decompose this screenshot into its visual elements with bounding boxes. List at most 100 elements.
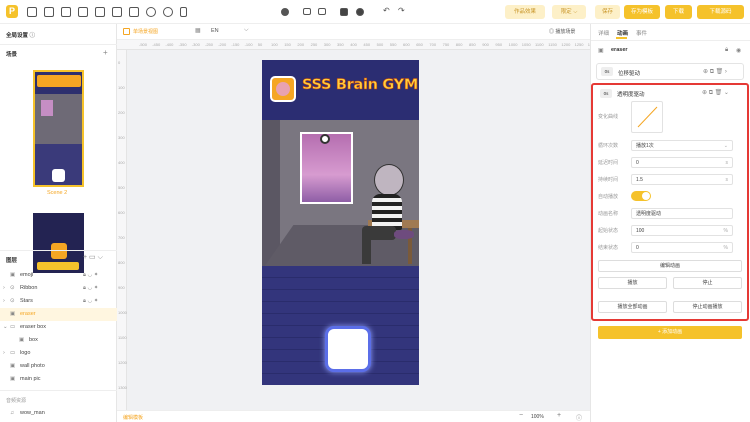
chevron-down-icon: ⌵ — [573, 9, 578, 15]
add-scene-icon[interactable]: + — [103, 48, 108, 57]
save-template-button[interactable]: 存为模板 — [624, 5, 660, 19]
layer-item[interactable]: › ⊙ Ribbon 🔒︎ ◡ ✦ — [0, 282, 117, 295]
single-scene-toggle[interactable]: 单场景视图 — [133, 28, 158, 35]
chevron-right-icon[interactable]: › — [3, 282, 5, 295]
chevron-down-icon[interactable]: ⌄ — [3, 321, 8, 334]
zoom-out-button[interactable]: − — [519, 412, 523, 419]
ruler-tick-label: 1050 — [521, 42, 531, 47]
ruler-left: 0 100 200 300 400 500 600 700 800 900 1000 1100 1200… — [117, 50, 127, 410]
text-box-icon[interactable] — [129, 7, 139, 17]
scene-thumbnail-3[interactable] — [33, 213, 84, 273]
stop-all-button[interactable]: 停止动画播放 — [673, 301, 742, 313]
ruler-tick-label: 1000 — [118, 310, 127, 315]
scene-thumbnail-2[interactable] — [33, 70, 84, 187]
layer-actions[interactable]: + ▭ ⌵ — [83, 253, 103, 262]
layer-item[interactable]: ▣ main pic — [0, 373, 117, 386]
anim-controls[interactable]: ⊕ ⧉ 🗑︎ ⌄ — [702, 89, 729, 97]
layer-item[interactable]: ▣ wall photo — [0, 360, 117, 373]
animation-item-2-header[interactable]: 0s 透明度驱动 ⊕ ⧉ 🗑︎ ⌄ — [596, 86, 744, 101]
chevron-right-icon[interactable]: › — [3, 347, 5, 360]
audio-icon[interactable] — [163, 7, 173, 17]
align-top-icon[interactable] — [303, 8, 311, 15]
save-button[interactable]: 保存 — [595, 5, 620, 19]
play-scene-button[interactable]: ◎ 播放场景 — [549, 28, 575, 35]
layer-controls-icon[interactable]: 🔒︎ ◡ ✦ — [83, 269, 98, 282]
shape-tool-icon[interactable] — [61, 7, 71, 17]
end-state-input[interactable]: 0% — [631, 242, 733, 253]
thumb-box — [52, 169, 65, 182]
eye-icon[interactable]: ◉ — [736, 47, 741, 54]
works-effect-button[interactable]: 作品效果 — [505, 5, 545, 19]
start-state-input[interactable]: 100% — [631, 225, 733, 236]
edit-template-link[interactable]: 编辑模板 — [123, 414, 143, 421]
curve-editor[interactable] — [631, 101, 663, 133]
global-settings-label[interactable]: 全局设置 ⓘ — [6, 31, 35, 39]
video-tool-icon[interactable] — [112, 7, 122, 17]
publish-button[interactable]: 限定 ⌵ — [552, 5, 586, 19]
anim-name-input[interactable]: 透明度驱动 — [631, 208, 733, 219]
autoplay-toggle[interactable] — [631, 191, 651, 201]
design-canvas[interactable]: SSS Brain GYM — [262, 60, 419, 385]
thumb-title-banner — [37, 75, 81, 87]
layer-item[interactable]: ▣ box — [0, 334, 117, 347]
text-tool-icon[interactable] — [27, 7, 37, 17]
ruler-tick-label: 700 — [429, 42, 437, 47]
zoom-in-button[interactable]: + — [557, 412, 561, 419]
ruler-tick-label: -450 — [152, 42, 161, 47]
chevron-right-icon[interactable]: › — [3, 295, 5, 308]
chevron-down-icon[interactable]: ⌵ — [244, 27, 249, 34]
phone-icon[interactable] — [180, 7, 187, 17]
duration-input[interactable]: 1.5 s — [631, 174, 733, 185]
ungroup-icon[interactable] — [356, 8, 364, 16]
layer-item-selected[interactable]: ▣ eraser — [0, 308, 117, 321]
layer-icon[interactable] — [281, 8, 289, 16]
help-icon[interactable]: ⓘ — [576, 413, 582, 422]
room-shadow — [262, 120, 280, 266]
ruler-tick-label: 1200 — [118, 360, 127, 365]
play-all-button[interactable]: 播放全部动画 — [598, 301, 667, 313]
language-select[interactable]: EN — [211, 28, 219, 34]
delay-input[interactable]: 0s — [631, 157, 733, 168]
loop-select[interactable]: 播放1次 ⌄ — [631, 140, 733, 151]
tab-detail[interactable]: 详细 — [598, 29, 609, 37]
ruler-tick-label: 200 — [118, 110, 125, 115]
layer-item[interactable]: ⌄ ▭ eraser box — [0, 321, 117, 334]
table-tool-icon[interactable] — [78, 7, 88, 17]
layer-item[interactable]: ▣ emoji 🔒︎ ◡ ✦ — [0, 269, 117, 282]
tab-animation[interactable]: 动画 — [617, 29, 628, 37]
animation-item-1[interactable]: 0s 位移驱动 ⊕ ⧉ 🗑︎ › — [596, 63, 744, 80]
ruler-tick-label: -400 — [165, 42, 174, 47]
audio-item[interactable]: ♫ wow_man — [0, 407, 117, 420]
link-icon[interactable] — [146, 7, 156, 17]
global-settings-text: 全局设置 — [6, 33, 29, 39]
group-icon: ⊙ — [10, 285, 15, 291]
align-bottom-icon[interactable] — [318, 8, 326, 15]
edit-animation-button[interactable]: 编辑动画 — [598, 260, 742, 272]
ruler-tick-label: 950 — [495, 42, 503, 47]
layer-controls-icon[interactable]: 🔒︎ ◡ ✦ — [83, 295, 98, 308]
anim-time-badge: 0s — [600, 89, 612, 98]
ruler-tick-label: 100 — [118, 85, 125, 90]
layer-label: wall photo — [20, 363, 45, 369]
download-source-button[interactable]: 下载源码 — [697, 5, 744, 19]
ruler-tick-label: 400 — [350, 42, 357, 47]
group-icon[interactable] — [340, 8, 348, 16]
undo-icon[interactable]: ↶ — [383, 6, 390, 15]
ruler-tick-label: 350 — [337, 42, 344, 47]
play-button[interactable]: 播放 — [598, 277, 667, 289]
layer-item[interactable]: › ▭ logo — [0, 347, 117, 360]
layer-controls-icon[interactable]: 🔒︎ ◡ ✦ — [83, 282, 98, 295]
anim-controls[interactable]: ⊕ ⧉ 🗑︎ › — [703, 68, 727, 76]
add-animation-button[interactable]: + 添加动画 — [598, 326, 742, 339]
redo-icon[interactable]: ↷ — [398, 6, 405, 15]
stop-button[interactable]: 停止 — [673, 277, 742, 289]
eraser-box[interactable] — [325, 326, 371, 372]
ruler-tick-label: -100 — [244, 42, 253, 47]
edit-tool-icon[interactable] — [95, 7, 105, 17]
image-tool-icon[interactable] — [44, 7, 54, 17]
lock-icon[interactable]: 🔒︎ — [725, 47, 728, 54]
grid-icon[interactable]: ▦ — [195, 27, 201, 34]
download-button[interactable]: 下载 — [665, 5, 692, 19]
checkbox-icon[interactable] — [123, 28, 130, 35]
layer-item[interactable]: › ⊙ Stars 🔒︎ ◡ ✦ — [0, 295, 117, 308]
